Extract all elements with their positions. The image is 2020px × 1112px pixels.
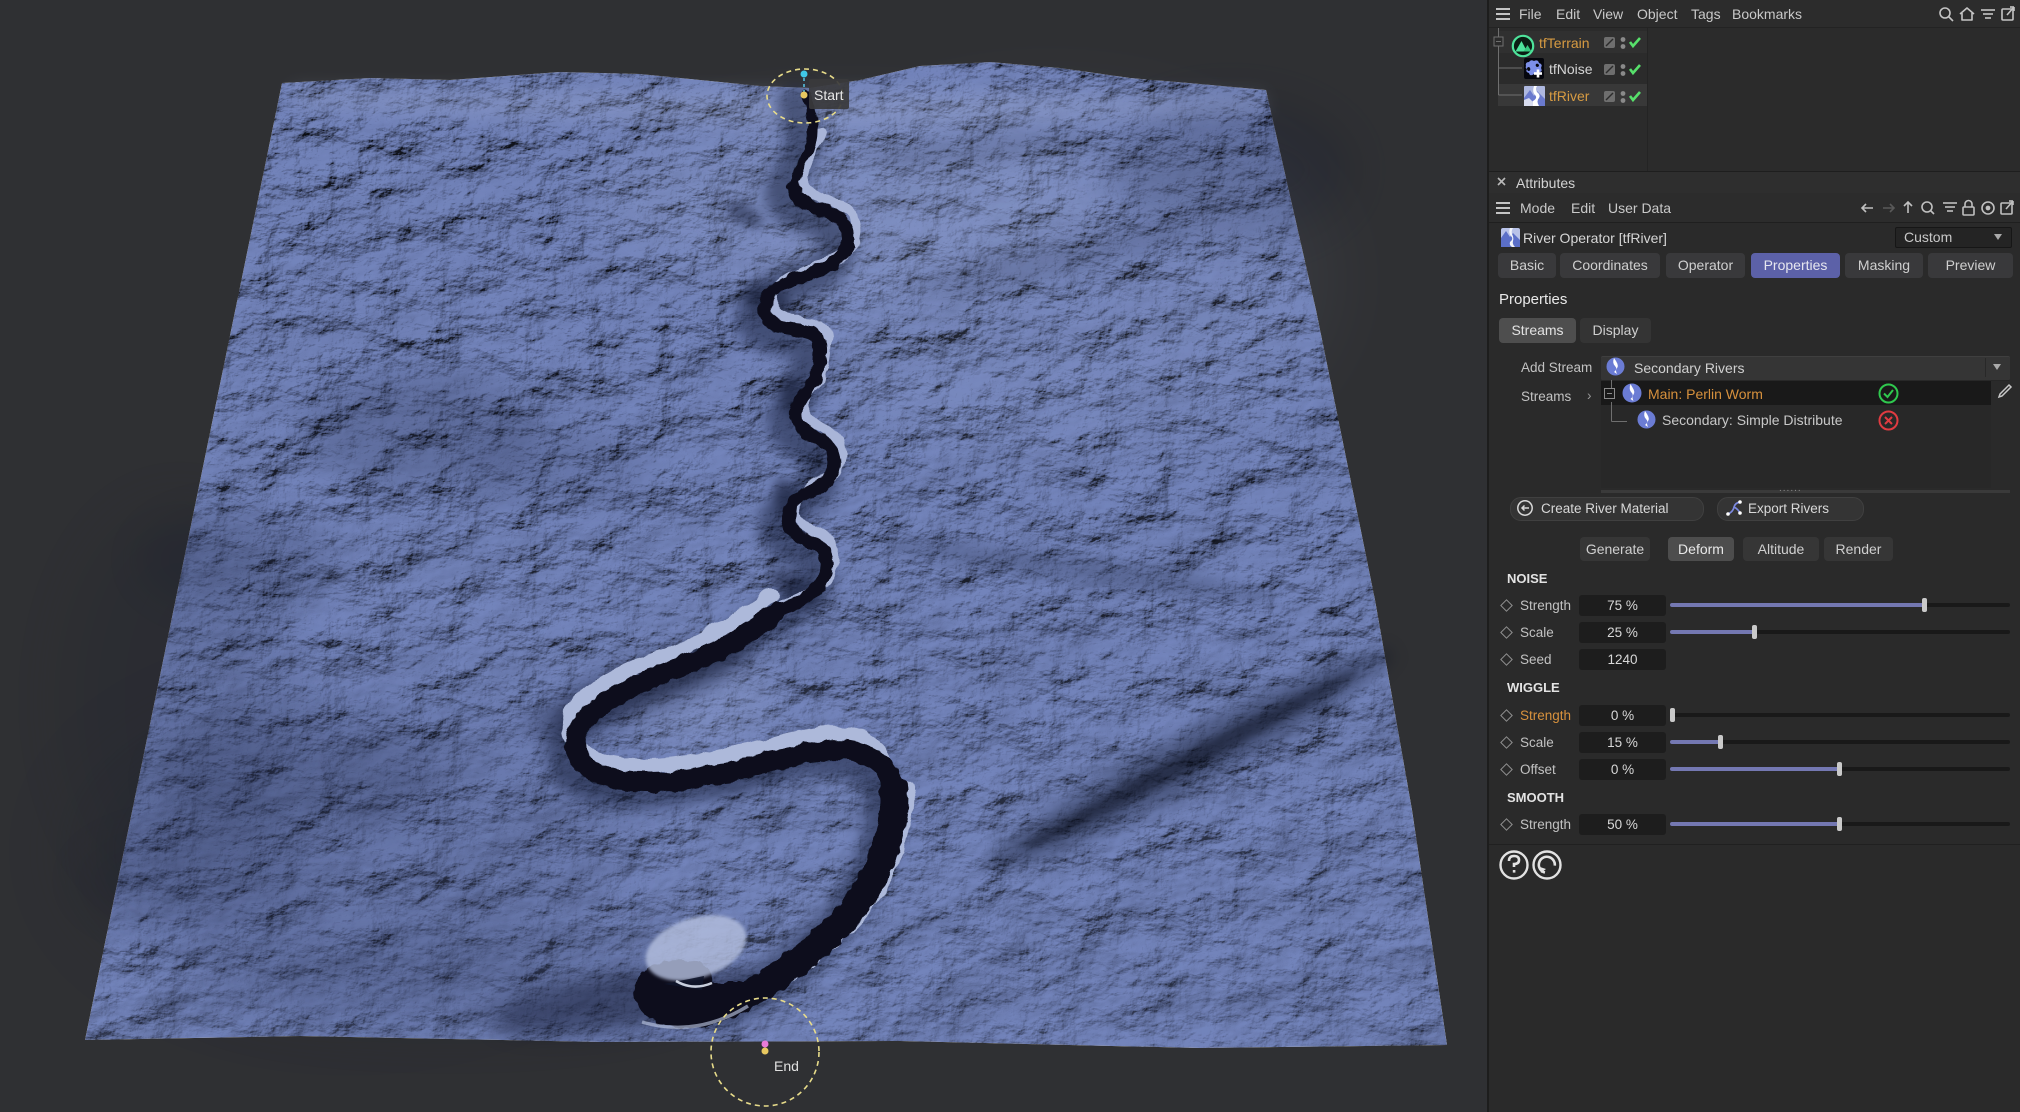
svg-text:Start: Start	[814, 87, 844, 103]
svg-text:End: End	[774, 1058, 799, 1074]
